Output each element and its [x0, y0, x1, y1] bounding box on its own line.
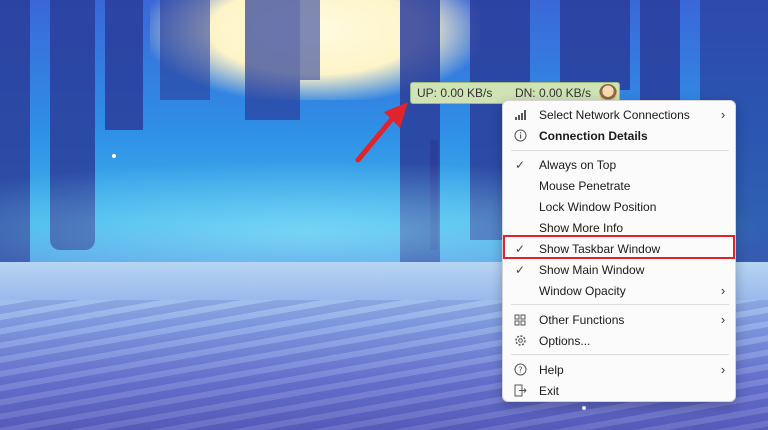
menu-item-label: Window Opacity — [539, 283, 626, 298]
grid-icon — [505, 314, 535, 326]
sparkle — [112, 154, 116, 158]
menu-item-label: Always on Top — [539, 157, 617, 172]
svg-text:?: ? — [518, 366, 522, 375]
download-speed: DN: 0.00 KB/s — [514, 86, 591, 100]
tree — [560, 0, 630, 90]
signal-bars-icon — [505, 109, 535, 121]
checkmark-icon: ✓ — [514, 262, 526, 277]
menu-separator — [511, 150, 729, 151]
menu-item-label: Exit — [539, 383, 560, 398]
sparkle — [582, 406, 586, 410]
menu-item-label: Show Taskbar Window — [539, 241, 661, 256]
menu-item-show-main-window[interactable]: ✓ Show Main Window — [505, 259, 733, 280]
menu-item-options[interactable]: Options... — [505, 330, 733, 351]
menu-item-other-functions[interactable]: Other Functions › — [505, 309, 733, 330]
checkmark-icon: ✓ — [514, 241, 526, 256]
menu-item-lock-window-position[interactable]: Lock Window Position — [505, 196, 733, 217]
menu-item-connection-details[interactable]: Connection Details — [505, 125, 733, 146]
menu-item-label: Show More Info — [539, 220, 624, 235]
menu-item-mouse-penetrate[interactable]: Mouse Penetrate — [505, 175, 733, 196]
menu-item-label: Options... — [539, 333, 591, 348]
chevron-right-icon: › — [720, 362, 726, 377]
menu-item-select-network-connections[interactable]: Select Network Connections › — [505, 104, 733, 125]
tree — [245, 0, 300, 120]
menu-item-label: Help — [539, 362, 564, 377]
gear-icon — [505, 334, 535, 347]
menu-item-window-opacity[interactable]: Window Opacity › — [505, 280, 733, 301]
menu-item-exit[interactable]: Exit — [505, 380, 733, 401]
chevron-right-icon: › — [720, 312, 726, 327]
menu-separator — [511, 304, 729, 305]
menu-item-show-more-info[interactable]: Show More Info — [505, 217, 733, 238]
menu-item-label: Mouse Penetrate — [539, 178, 631, 193]
question-icon: ? — [505, 363, 535, 376]
upload-speed: UP: 0.00 KB/s — [417, 86, 493, 100]
menu-separator — [511, 354, 729, 355]
chevron-right-icon: › — [720, 283, 726, 298]
menu-item-show-taskbar-window[interactable]: ✓ Show Taskbar Window — [505, 238, 733, 259]
pointer-arrow-icon — [355, 102, 408, 163]
menu-item-label: Select Network Connections — [539, 107, 690, 122]
tree — [105, 0, 143, 130]
tree — [160, 0, 210, 100]
context-menu: Select Network Connections › Connection De… — [502, 100, 736, 402]
chevron-right-icon: › — [720, 107, 726, 122]
tree — [300, 0, 320, 80]
menu-item-help[interactable]: ? Help › — [505, 359, 733, 380]
menu-item-label: Other Functions — [539, 312, 625, 327]
exit-icon — [505, 384, 535, 397]
checkmark-icon: ✓ — [514, 157, 526, 172]
info-icon — [505, 129, 535, 142]
menu-item-always-on-top[interactable]: ✓ Always on Top — [505, 154, 733, 175]
menu-item-label: Show Main Window — [539, 262, 645, 277]
menu-item-label: Connection Details — [539, 128, 648, 143]
menu-item-label: Lock Window Position — [539, 199, 657, 214]
